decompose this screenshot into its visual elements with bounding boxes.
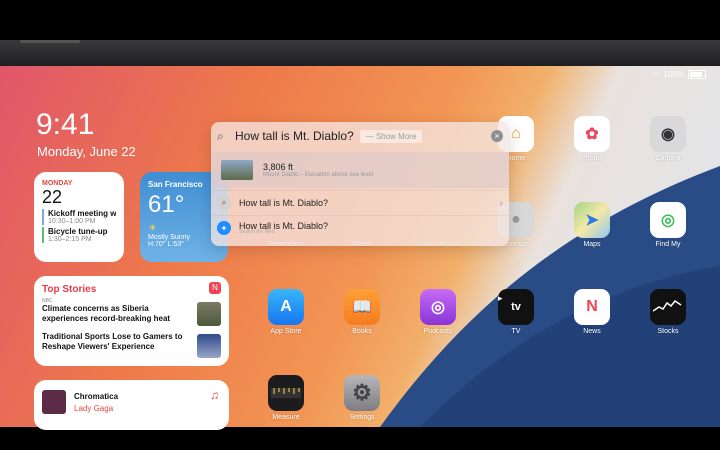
mountain-thumbnail [221,160,253,180]
camera-notch [20,40,80,43]
event-title: Kickoff meeting wi... [48,209,116,218]
weather-city: San Francisco [148,180,203,189]
show-more-button[interactable]: — Show More [359,129,423,143]
photos-icon: ✿ [574,116,610,152]
music-artist: Lady Gaga [74,404,114,413]
app-store-icon: A [268,289,304,325]
chevron-right-icon: › [499,197,503,209]
battery-percent: 100% [663,70,684,79]
story-headline: Climate concerns as Siberia experiences … [42,304,171,323]
news-app-icon: N [209,282,221,294]
calendar-date: 22 [42,187,63,207]
app-label: Podcasts [423,328,453,335]
music-title: Chromatica [74,392,119,401]
app-label: Stocks [657,328,679,335]
app-label: Settings [349,414,375,421]
app-tv[interactable]: tv TV [486,289,546,335]
find-my-icon: ◎ [650,202,686,238]
news-header: Top Stories [42,284,97,295]
news-widget[interactable]: Top Stories N NBC Climate concerns as Si… [34,276,229,366]
suggestion-text: How tall is Mt. Diablo? [239,198,329,208]
weather-condition: Mostly Sunny [148,234,191,241]
calendar-widget[interactable]: MONDAY 22 Kickoff meeting wi... 10:30–1:… [34,172,124,262]
maps-icon: ➤ [574,202,610,238]
spotlight-search: ⌕ How tall is Mt. Diablo? — Show More × … [211,122,509,246]
app-settings[interactable]: ⚙ Settings [332,375,392,421]
date-label: Monday, June 22 [37,144,136,159]
event-title: Bicycle tune-up [48,227,108,236]
album-art [42,390,66,414]
app-news[interactable]: N News [562,289,622,335]
weather-hilo: H:70° L:53° [148,241,184,248]
weather-temp: 61° [148,191,185,218]
podcasts-icon: ◎ [420,289,456,325]
search-bar[interactable]: ⌕ How tall is Mt. Diablo? — Show More × [211,122,509,150]
clear-search-button[interactable]: × [491,130,503,142]
battery-icon [688,70,706,79]
app-stocks[interactable]: Stocks [638,289,698,335]
app-label: Measure [272,414,300,421]
app-maps[interactable]: ➤ Maps [562,202,622,248]
stocks-icon [650,289,686,325]
books-icon: 📖 [344,289,380,325]
app-label: App Store [270,328,302,335]
gear-icon: ⚙ [344,375,380,411]
wifi-icon: ◠ [652,70,660,79]
calendar-event[interactable]: Kickoff meeting wi... 10:30–1:00 PM [42,209,116,225]
camera-icon: ◉ [650,116,686,152]
pointer-cursor-icon: ▸ [498,293,503,303]
app-podcasts[interactable]: ◎ Podcasts [408,289,468,335]
result-subtitle: Mount Diablo – Elevation above sea level [263,172,374,178]
ruler-icon [271,388,301,398]
app-label: Books [352,328,372,335]
status-bar: ◠ 100% [653,70,706,79]
sun-icon: ☀ [148,223,157,234]
result-title: 3,806 ft [263,162,294,172]
music-note-icon: ♫ [210,388,219,402]
search-web-suggestion[interactable]: ✦ How tall is Mt. Diablo? Search the Web [211,215,509,240]
app-books[interactable]: 📖 Books [332,289,392,335]
app-find-my[interactable]: ◎ Find My [638,202,698,248]
news-icon: N [574,289,610,325]
app-label: Camera [655,155,681,162]
app-label: Find My [655,241,681,248]
app-measure[interactable]: Measure [256,375,316,421]
story-thumbnail [197,334,221,358]
app-label: TV [511,328,521,335]
story-headline: Traditional Sports Lose to Gamers to Res… [42,332,183,351]
app-photos[interactable]: ✿ Photos [562,116,622,162]
app-label: Photos [581,155,603,162]
music-widget[interactable]: Chromatica Lady Gaga ♫ [34,380,229,430]
app-label: Maps [583,241,601,248]
safari-compass-icon: ✦ [217,221,231,235]
app-label: News [583,328,601,335]
calendar-day: MONDAY [42,180,73,187]
app-camera[interactable]: ◉ Camera [638,116,698,162]
clock: 9:41 [36,108,95,141]
stocks-chart-icon [653,299,682,312]
search-icon: ⌕ [217,128,224,143]
app-app-store[interactable]: A App Store [256,289,316,335]
device-bezel [0,40,720,68]
event-time: 10:30–1:00 PM [48,218,96,225]
tv-glyph: tv [511,301,521,313]
search-input[interactable]: How tall is Mt. Diablo? [235,129,354,143]
news-story[interactable]: Traditional Sports Lose to Gamers to Res… [42,332,195,352]
event-time: 1:30–2:15 PM [48,236,92,243]
story-thumbnail [197,302,221,326]
top-hit-result[interactable]: 3,806 ft Mount Diablo – Elevation above … [211,152,509,188]
ipad-screen: ◠ 100% 9:41 Monday, June 22 MONDAY 22 Ki… [0,0,720,450]
calendar-event[interactable]: Bicycle tune-up 1:30–2:15 PM [42,227,116,243]
measure-icon [268,375,304,411]
news-story[interactable]: NBC Climate concerns as Siberia experien… [42,298,195,324]
search-icon: ⌕ [217,196,231,210]
search-suggestion[interactable]: ⌕ How tall is Mt. Diablo? › [211,190,509,215]
